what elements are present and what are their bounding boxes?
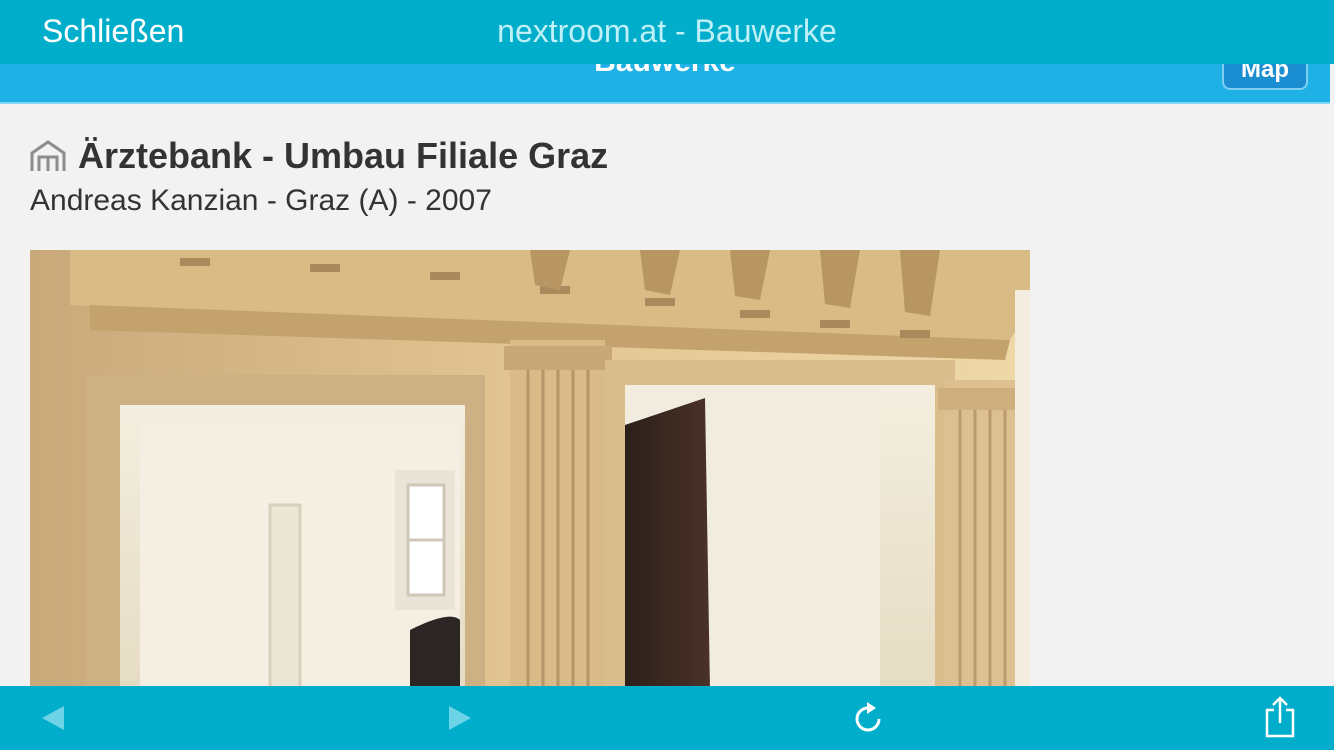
project-subtitle: Andreas Kanzian - Graz (A) - 2007: [30, 184, 492, 217]
forward-arrow-icon[interactable]: [447, 704, 473, 732]
title-row: Ärztebank - Umbau Filiale Graz: [30, 134, 608, 178]
reload-icon[interactable]: [852, 700, 886, 736]
map-button[interactable]: Map: [1222, 64, 1308, 90]
bottom-toolbar: [0, 686, 1334, 750]
page-title: Ärztebank - Umbau Filiale Graz: [78, 135, 609, 176]
top-navigation-bar: Schließen nextroom.at - Bauwerke: [0, 0, 1334, 64]
share-icon[interactable]: [1264, 696, 1296, 738]
navigation-title: nextroom.at - Bauwerke: [497, 13, 837, 49]
site-header: Bauwerke Map: [0, 64, 1330, 104]
portal-illustration: [30, 250, 1030, 686]
building-icon: [30, 140, 66, 171]
back-arrow-icon[interactable]: [40, 704, 66, 732]
page-content: Ärztebank - Umbau Filiale Graz Andreas K…: [0, 104, 1334, 686]
site-header-title: Bauwerke: [0, 64, 1330, 82]
project-photo[interactable]: [30, 250, 1030, 686]
